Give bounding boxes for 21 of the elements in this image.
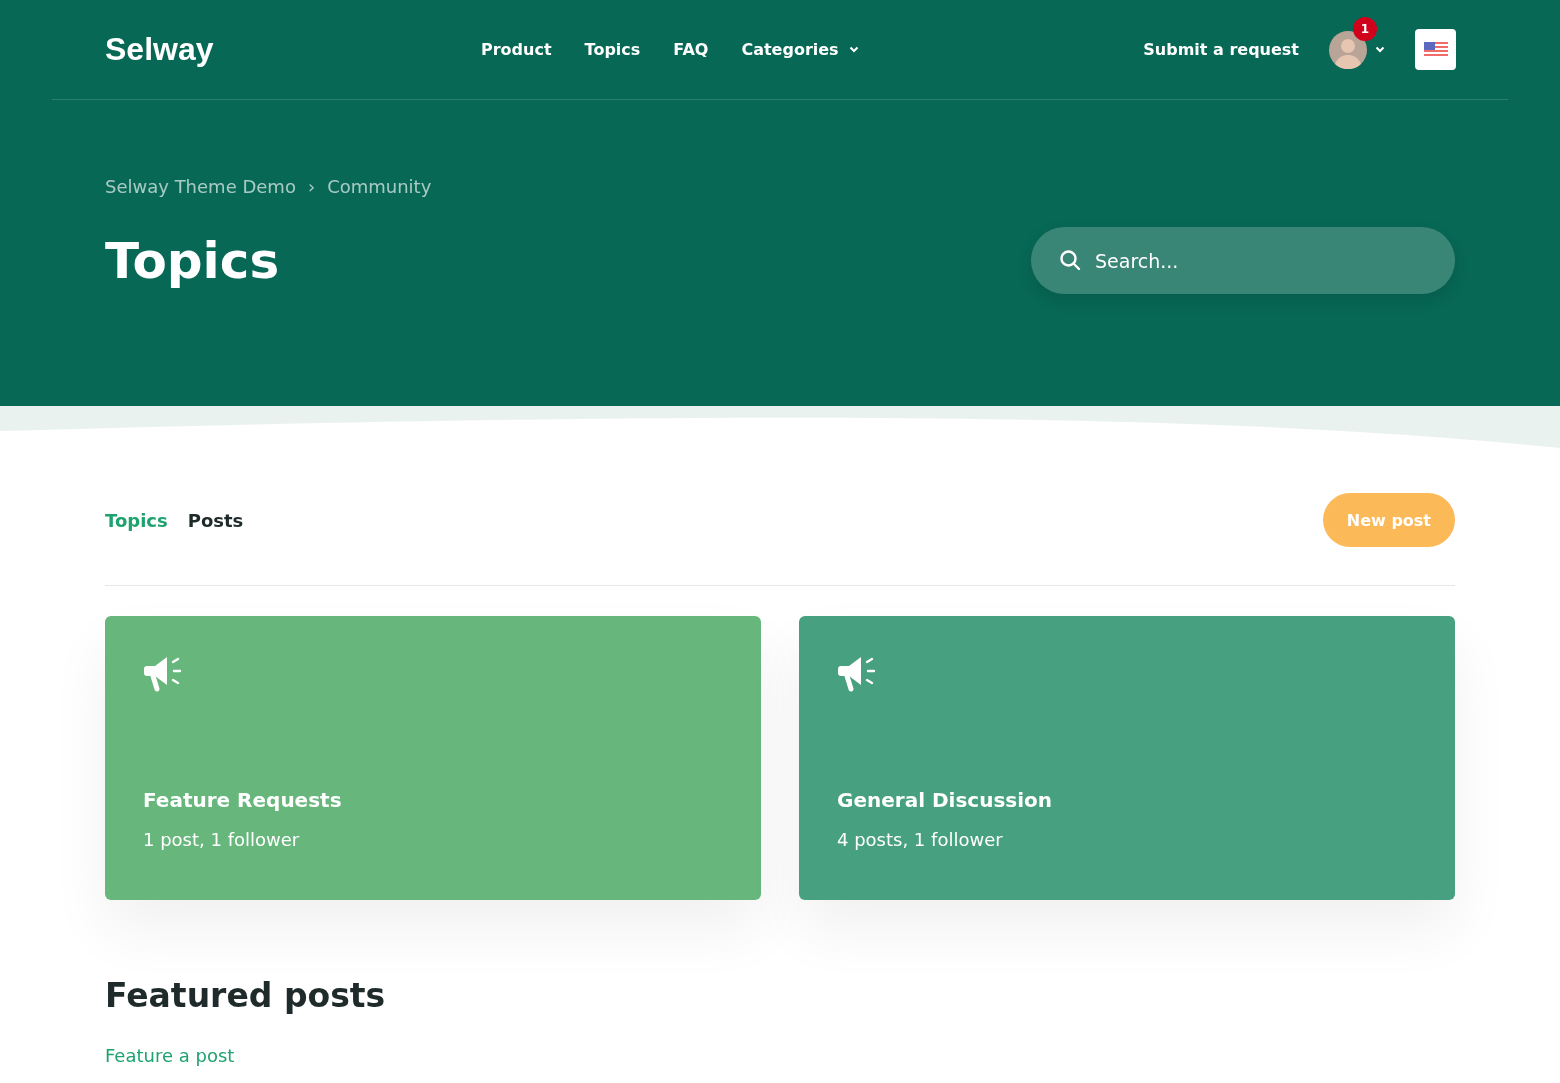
- nav-link[interactable]: Product: [481, 40, 552, 59]
- language-button[interactable]: [1415, 29, 1456, 70]
- nav-link[interactable]: Categories: [741, 40, 859, 59]
- topic-stats: 4 posts, 1 follower: [837, 829, 1004, 850]
- page-title: Topics: [105, 231, 280, 290]
- tab[interactable]: Posts: [187, 509, 244, 531]
- caret-icon[interactable]: [1375, 46, 1385, 53]
- topic-title: General Discussion: [837, 788, 1054, 812]
- nav-link[interactable]: FAQ: [673, 40, 709, 59]
- topic-stats: 1 post, 1 follower: [143, 829, 301, 850]
- breadcrumb-link[interactable]: Community: [327, 176, 432, 197]
- breadcrumb-separator-icon: ›: [307, 176, 316, 197]
- flag-icon: [1423, 41, 1448, 58]
- topic-title: Feature Requests: [143, 788, 343, 812]
- nav-link[interactable]: Topics: [584, 40, 641, 59]
- section-heading: Featured posts: [105, 976, 387, 1015]
- submit-request-link[interactable]: Submit a request: [1143, 40, 1299, 59]
- search-field[interactable]: Search...: [1031, 227, 1455, 294]
- logo[interactable]: Selway: [105, 31, 481, 68]
- notification-badge: 1: [1353, 16, 1377, 41]
- breadcrumb-link[interactable]: Selway Theme Demo: [105, 176, 296, 197]
